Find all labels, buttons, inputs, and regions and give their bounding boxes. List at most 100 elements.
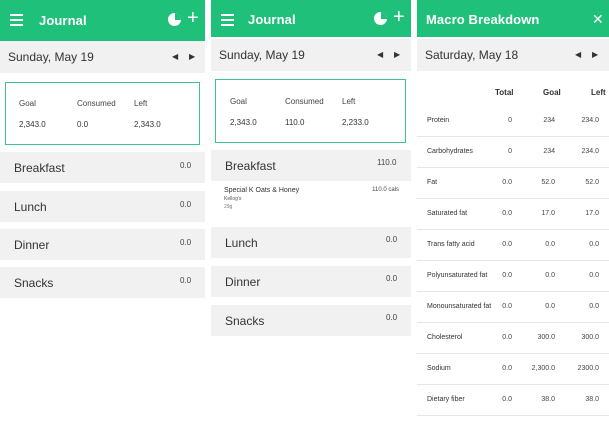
food-entry[interactable]: Special K Oats & Honey 110.0 cals Kellog… <box>211 185 411 219</box>
next-day-icon[interactable]: ▶ <box>592 50 598 59</box>
next-day-icon[interactable]: ▶ <box>394 50 400 59</box>
meal-calories: 0.0 <box>180 161 192 170</box>
food-brand: Kellog's <box>224 196 242 202</box>
nutrient-goal: 300.0 <box>537 334 555 341</box>
nutrient-total: 0 <box>508 148 512 155</box>
meal-name: Snacks <box>14 276 54 290</box>
nutrient-total: 0.0 <box>502 334 512 341</box>
column-goal: Goal <box>543 88 561 97</box>
date-label: Sunday, May 19 <box>219 48 305 62</box>
meal-breakfast[interactable]: Breakfast 0.0 <box>0 152 205 183</box>
food-serving: 29g <box>224 204 233 210</box>
meal-name: Breakfast <box>14 161 65 175</box>
food-calories: 110.0 cals <box>372 187 399 193</box>
table-row: Trans fatty acid 0.0 0.0 0.0 <box>417 230 609 261</box>
meal-lunch[interactable]: Lunch 0.0 <box>211 227 411 258</box>
prev-day-icon[interactable]: ◀ <box>575 50 581 59</box>
nutrient-left: 234.0 <box>581 117 599 124</box>
date-bar: Saturday, May 18 ◀ ▶ <box>417 39 609 71</box>
nutrient-name: Polyunsaturated fat <box>427 272 488 279</box>
table-row: Protein 0 234 234.0 <box>417 106 609 137</box>
calorie-summary-card: Goal Consumed Left 2,343.0 0.0 2,343.0 <box>5 82 200 145</box>
table-row: Cholesterol 0.0 300.0 300.0 <box>417 323 609 354</box>
nutrient-left: 2300.0 <box>577 365 599 372</box>
column-total: Total <box>495 88 514 97</box>
goal-value: 2,343.0 <box>19 120 46 129</box>
left-label: Left <box>134 99 148 108</box>
left-value: 2,233.0 <box>342 118 369 127</box>
pie-chart-icon[interactable] <box>168 13 181 26</box>
nutrient-left: 0.0 <box>589 303 599 310</box>
add-icon[interactable]: + <box>393 7 405 27</box>
nutrient-left: 38.0 <box>585 396 599 403</box>
app-bar: Journal + <box>0 0 205 41</box>
meal-dinner[interactable]: Dinner 0.0 <box>211 266 411 297</box>
nutrient-total: 0.0 <box>502 179 512 186</box>
nutrient-goal: 2,300.0 <box>531 365 555 372</box>
nutrient-total: 0 <box>508 117 512 124</box>
table-row: Fat 0.0 52.0 52.0 <box>417 168 609 199</box>
journal-screen-2: Journal + Sunday, May 19 ◀ ▶ Goal Consum… <box>211 0 411 418</box>
prev-day-icon[interactable]: ◀ <box>172 52 178 61</box>
table-row: Polyunsaturated fat 0.0 0.0 0.0 <box>417 261 609 292</box>
app-bar: Journal + <box>211 0 411 37</box>
meal-lunch[interactable]: Lunch 0.0 <box>0 191 205 222</box>
nutrient-name: Protein <box>427 117 450 124</box>
macro-rows: Protein 0 234 234.0 Carbohydrates 0 234 234.0 Fa… <box>417 106 609 416</box>
meal-name: Snacks <box>225 314 265 328</box>
consumed-label: Consumed <box>77 99 116 108</box>
add-icon[interactable]: + <box>187 8 199 28</box>
next-day-icon[interactable]: ▶ <box>189 52 195 61</box>
left-label: Left <box>342 97 356 106</box>
meal-dinner[interactable]: Dinner 0.0 <box>0 229 205 260</box>
nutrient-left: 300.0 <box>581 334 599 341</box>
meal-name: Breakfast <box>225 159 276 173</box>
meal-name: Lunch <box>225 236 258 250</box>
nutrient-total: 0.0 <box>502 272 512 279</box>
meal-calories: 0.0 <box>386 274 398 283</box>
pie-chart-icon[interactable] <box>374 12 387 25</box>
food-name: Special K Oats & Honey <box>224 187 300 194</box>
macro-breakdown-screen: Macro Breakdown ✕ Saturday, May 18 ◀ ▶ T… <box>417 0 609 418</box>
nutrient-name: Monounsaturated fat <box>427 303 492 310</box>
goal-label: Goal <box>19 99 36 108</box>
meal-calories: 0.0 <box>386 313 398 322</box>
app-title: Journal <box>39 13 87 28</box>
table-row: Saturated fat 0.0 17.0 17.0 <box>417 199 609 230</box>
macro-table: Total Goal Left Protein 0 234 234.0 Carbohyd… <box>417 78 609 416</box>
app-title: Macro Breakdown <box>426 12 540 27</box>
column-left: Left <box>591 88 606 97</box>
nutrient-left: 17.0 <box>585 210 599 217</box>
nutrient-total: 0.0 <box>502 365 512 372</box>
nutrient-goal: 0.0 <box>545 272 555 279</box>
goal-label: Goal <box>230 97 247 106</box>
nutrient-name: Trans fatty acid <box>427 241 475 248</box>
meal-calories: 0.0 <box>180 200 192 209</box>
menu-icon[interactable] <box>221 14 234 29</box>
meal-breakfast[interactable]: Breakfast 110.0 <box>211 150 411 181</box>
date-label: Sunday, May 19 <box>8 50 94 64</box>
menu-icon[interactable] <box>10 14 23 29</box>
meal-name: Dinner <box>14 238 50 252</box>
table-row: Carbohydrates 0 234 234.0 <box>417 137 609 168</box>
goal-value: 2,343.0 <box>230 118 257 127</box>
meal-calories: 0.0 <box>180 276 192 285</box>
prev-day-icon[interactable]: ◀ <box>377 50 383 59</box>
nutrient-goal: 52.0 <box>541 179 555 186</box>
meal-snacks[interactable]: Snacks 0.0 <box>211 305 411 336</box>
consumed-value: 110.0 <box>285 118 305 127</box>
close-icon[interactable]: ✕ <box>592 9 604 29</box>
nutrient-total: 0.0 <box>502 396 512 403</box>
meal-snacks[interactable]: Snacks 0.0 <box>0 267 205 298</box>
nutrient-name: Saturated fat <box>427 210 468 217</box>
table-row: Dietary fiber 0.0 38.0 38.0 <box>417 385 609 416</box>
nutrient-goal: 38.0 <box>541 396 555 403</box>
nutrient-goal: 17.0 <box>541 210 555 217</box>
meal-name: Dinner <box>225 275 261 289</box>
nutrient-name: Dietary fiber <box>427 396 465 403</box>
nutrient-name: Sodium <box>427 365 451 372</box>
date-bar: Sunday, May 19 ◀ ▶ <box>211 39 411 71</box>
nutrient-goal: 0.0 <box>545 303 555 310</box>
macro-table-header: Total Goal Left <box>417 78 609 106</box>
meal-calories: 0.0 <box>180 238 192 247</box>
